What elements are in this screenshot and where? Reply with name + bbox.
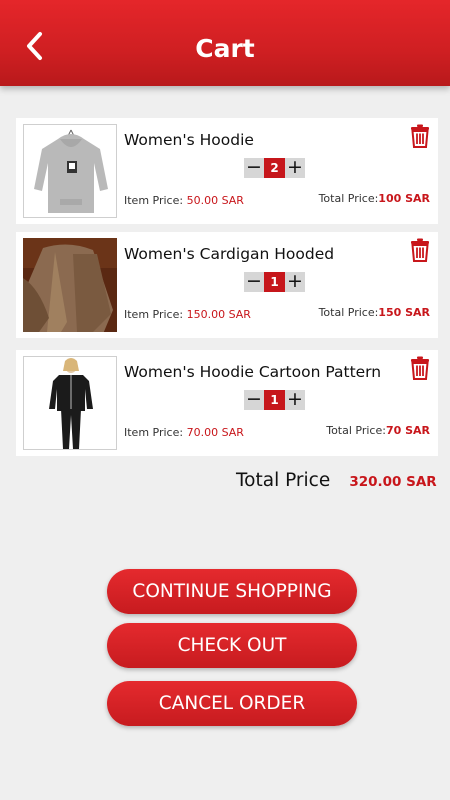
item-price-label: Item Price: (124, 426, 187, 439)
item-price-label: Item Price: (124, 194, 187, 207)
checkout-button[interactable]: CHECK OUT (107, 623, 357, 668)
product-name: Women's Hoodie (124, 131, 254, 149)
total-price-value: 100 SAR (378, 192, 430, 205)
cart-total-value: 320.00 SAR (349, 474, 437, 490)
increase-button[interactable]: + (285, 158, 305, 178)
delete-button[interactable] (410, 124, 430, 148)
item-price-label: Item Price: (124, 308, 187, 321)
decrease-button[interactable]: − (244, 158, 264, 178)
product-image[interactable] (23, 124, 117, 218)
total-price-label: Total Price: (318, 306, 379, 319)
product-name: Women's Hoodie Cartoon Pattern (124, 363, 382, 381)
item-total: Total Price:150 SAR (319, 306, 430, 319)
item-total: Total Price:100 SAR (319, 192, 430, 205)
jacket-image (24, 357, 116, 449)
decrease-button[interactable]: − (244, 272, 264, 292)
total-price-label: Total Price: (326, 424, 386, 437)
cancel-order-button[interactable]: CANCEL ORDER (107, 681, 357, 726)
increase-button[interactable]: + (285, 272, 305, 292)
trash-icon (411, 238, 429, 262)
quantity-value: 2 (264, 158, 285, 178)
item-price-value: 70.00 SAR (186, 426, 244, 439)
decrease-button[interactable]: − (244, 390, 264, 410)
item-price: Item Price: 150.00 SAR (124, 308, 251, 321)
trash-icon (411, 356, 429, 380)
quantity-value: 1 (264, 272, 285, 292)
trash-icon (411, 124, 429, 148)
cart-total-label: Total Price (236, 470, 331, 491)
total-price-label: Total Price: (318, 192, 379, 205)
cart-item: Women's Hoodie − 2 + Item Price: 50.00 S… (16, 118, 438, 224)
quantity-stepper: − 1 + (244, 390, 305, 410)
total-price-value: 150 SAR (378, 306, 430, 319)
product-image[interactable] (23, 356, 117, 450)
quantity-stepper: − 1 + (244, 272, 305, 292)
product-image[interactable] (23, 238, 117, 332)
total-price-value: 70 SAR (385, 424, 430, 437)
hoodie-image (24, 125, 116, 217)
increase-button[interactable]: + (285, 390, 305, 410)
app-header: Cart (0, 0, 450, 86)
item-price: Item Price: 50.00 SAR (124, 194, 244, 207)
item-total: Total Price:70 SAR (326, 424, 430, 437)
delete-button[interactable] (410, 238, 430, 262)
item-price-value: 150.00 SAR (186, 308, 251, 321)
cardigan-image (23, 238, 117, 332)
cart-item: Women's Cardigan Hooded − 1 + Item Price… (16, 232, 438, 338)
item-price: Item Price: 70.00 SAR (124, 426, 244, 439)
product-name: Women's Cardigan Hooded (124, 245, 335, 263)
cart-total: Total Price 320.00 SAR (236, 470, 437, 491)
quantity-value: 1 (264, 390, 285, 410)
delete-button[interactable] (410, 356, 430, 380)
quantity-stepper: − 2 + (244, 158, 305, 178)
cart-item: Women's Hoodie Cartoon Pattern − 1 + Ite… (16, 350, 438, 456)
item-price-value: 50.00 SAR (186, 194, 244, 207)
page-title: Cart (195, 34, 255, 63)
continue-shopping-button[interactable]: CONTINUE SHOPPING (107, 569, 357, 614)
